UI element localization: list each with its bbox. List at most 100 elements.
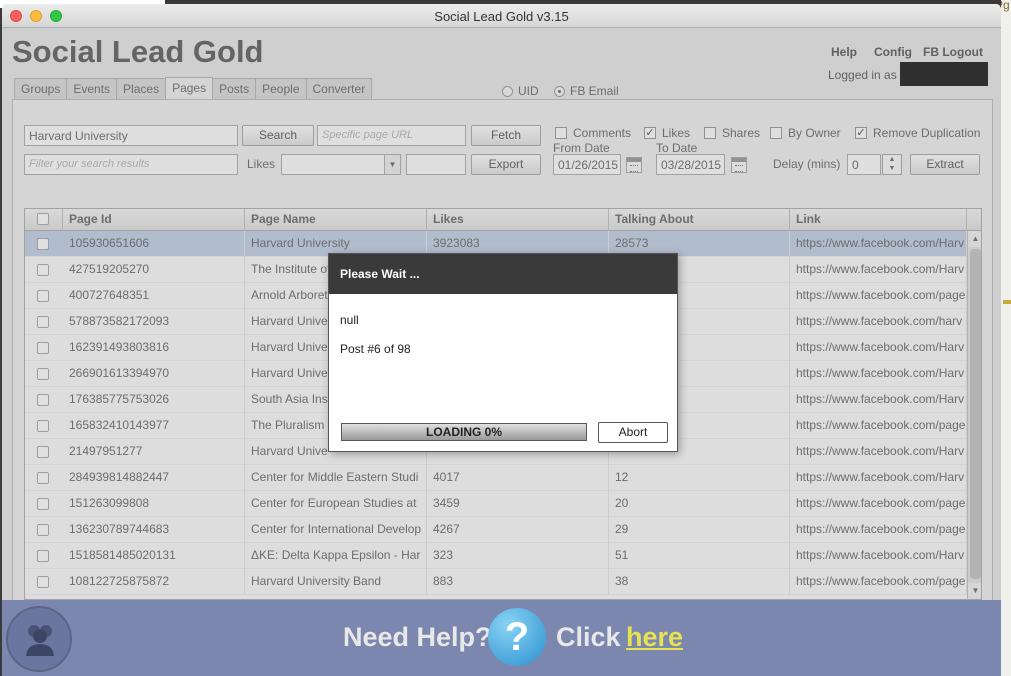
row-checkbox[interactable]: [37, 394, 49, 406]
to-date-input[interactable]: 03/28/2015: [656, 154, 725, 175]
column-header[interactable]: Page Name: [245, 209, 427, 231]
select-all-checkbox[interactable]: [37, 213, 49, 225]
window-title: Social Lead Gold v3.15: [434, 9, 569, 24]
table-cell: 29: [609, 517, 790, 543]
by-owner-checkbox[interactable]: By Owner: [770, 126, 841, 140]
row-checkbox[interactable]: [37, 524, 49, 536]
calendar-icon[interactable]: [626, 157, 642, 173]
row-checkbox[interactable]: [37, 368, 49, 380]
config-link[interactable]: Config: [874, 45, 912, 59]
tab-places[interactable]: Places: [116, 78, 167, 99]
tab-people[interactable]: People: [255, 78, 307, 99]
row-checkbox[interactable]: [37, 342, 49, 354]
table-header: Page Id Page Name Likes Talking About Li…: [25, 209, 981, 231]
tab-posts[interactable]: Posts: [212, 78, 257, 99]
fb-email-radio[interactable]: FB Email: [554, 84, 619, 98]
likes-checkbox[interactable]: ✓ Likes: [644, 126, 690, 140]
row-checkbox[interactable]: [37, 238, 49, 250]
comments-checkbox[interactable]: Comments: [555, 126, 631, 140]
table-scrollbar[interactable]: ▲ ▼: [967, 231, 981, 599]
column-header[interactable]: Likes: [427, 209, 609, 231]
table-cell: 578873582172093: [63, 309, 245, 335]
uid-radio[interactable]: UID: [502, 84, 539, 98]
extract-button[interactable]: Extract: [910, 154, 980, 175]
from-date-input[interactable]: 01/26/2015: [553, 154, 621, 175]
row-checkbox[interactable]: [37, 550, 49, 562]
radio-circle: [502, 85, 513, 97]
checkbox-box: [770, 127, 782, 139]
fetch-button[interactable]: Fetch: [471, 125, 541, 146]
likes-value-input[interactable]: [406, 154, 466, 175]
likes-select[interactable]: ▼: [281, 154, 401, 175]
table-cell: https://www.facebook.com/Harv: [790, 231, 967, 257]
column-header[interactable]: Talking About: [609, 209, 790, 231]
select-all-column[interactable]: [25, 209, 63, 231]
shares-label: Shares: [722, 126, 761, 140]
table-row[interactable]: 108122725875872 Harvard University Band 88…: [25, 569, 967, 595]
row-checkbox[interactable]: [37, 420, 49, 432]
shares-checkbox[interactable]: Shares: [704, 126, 760, 140]
progress-label: LOADING 0%: [425, 425, 502, 439]
table-cell: https://www.facebook.com/harv: [790, 309, 967, 335]
table-cell: 105930651606: [63, 231, 245, 257]
row-checkbox[interactable]: [37, 290, 49, 302]
row-checkbox[interactable]: [37, 472, 49, 484]
table-cell: 162391493803816: [63, 335, 245, 361]
delay-input[interactable]: 0: [847, 154, 881, 175]
tab-bar: Groups Events Places Pages Posts People …: [14, 77, 373, 100]
table-cell: 38: [609, 569, 790, 595]
question-mark-icon: ?: [488, 608, 546, 666]
row-checkbox[interactable]: [37, 498, 49, 510]
background-text: Pg: [1001, 0, 1010, 12]
scroll-up-icon[interactable]: ▲: [968, 231, 981, 247]
calendar-icon[interactable]: [731, 157, 747, 173]
click-text: Click: [556, 622, 621, 652]
tab-groups[interactable]: Groups: [14, 78, 68, 99]
scroll-down-icon[interactable]: ▼: [968, 583, 981, 599]
dialog-title: Please Wait ...: [329, 254, 677, 294]
logged-in-label: Logged in as: [828, 68, 897, 82]
row-checkbox[interactable]: [37, 316, 49, 328]
table-cell: 4267: [427, 517, 609, 543]
page-url-input[interactable]: Specific page URL: [317, 125, 466, 146]
app-window: Social Lead Gold v3.15 Social Lead Gold …: [2, 4, 1001, 676]
table-cell: https://www.facebook.com/page: [790, 283, 967, 309]
table-cell: https://www.facebook.com/page: [790, 413, 967, 439]
delay-stepper[interactable]: ▲ ▼: [882, 154, 902, 175]
table-cell: https://www.facebook.com/page: [790, 517, 967, 543]
tab-events[interactable]: Events: [66, 78, 118, 99]
abort-button[interactable]: Abort: [598, 422, 668, 443]
fb-logout-link[interactable]: FB Logout: [923, 45, 983, 59]
fb-email-label: FB Email: [570, 84, 619, 98]
search-input[interactable]: Harvard University: [24, 125, 238, 146]
table-row[interactable]: 1518581485020131 ΔKE: Delta Kappa Epsilon…: [25, 543, 967, 569]
export-button[interactable]: Export: [471, 154, 541, 175]
column-header[interactable]: Page Id: [63, 209, 245, 231]
search-button[interactable]: Search: [242, 125, 314, 146]
title-bar[interactable]: Social Lead Gold v3.15: [2, 4, 1001, 28]
tab-converter[interactable]: Converter: [305, 78, 373, 99]
table-cell: https://www.facebook.com/Harv: [790, 465, 967, 491]
tab-pages[interactable]: Pages: [165, 77, 214, 100]
table-cell: https://www.facebook.com/page: [790, 491, 967, 517]
help-link[interactable]: Help: [831, 45, 857, 59]
account-name-redacted: [900, 62, 988, 86]
table-row[interactable]: 284939814882447 Center for Middle Eastern…: [25, 465, 967, 491]
delay-label: Delay (mins): [773, 157, 841, 171]
checkmark-icon: ✓: [855, 127, 867, 139]
row-checkbox[interactable]: [37, 446, 49, 458]
table-cell: 12: [609, 465, 790, 491]
row-checkbox[interactable]: [37, 576, 49, 588]
filter-results-input[interactable]: Filter your search results: [24, 154, 238, 175]
table-cell: Harvard University Band: [245, 569, 427, 595]
table-cell: 136230789744683: [63, 517, 245, 543]
help-here-link[interactable]: here: [626, 622, 683, 653]
table-cell: 4017: [427, 465, 609, 491]
table-row[interactable]: 151263099808 Center for European Studies …: [25, 491, 967, 517]
column-header[interactable]: Link: [790, 209, 967, 231]
table-row[interactable]: 136230789744683 Center for International …: [25, 517, 967, 543]
table-cell: 108122725875872: [63, 569, 245, 595]
remove-duplication-checkbox[interactable]: ✓ Remove Duplication: [855, 126, 980, 140]
scrollbar-thumb[interactable]: [970, 249, 981, 579]
row-checkbox[interactable]: [37, 264, 49, 276]
